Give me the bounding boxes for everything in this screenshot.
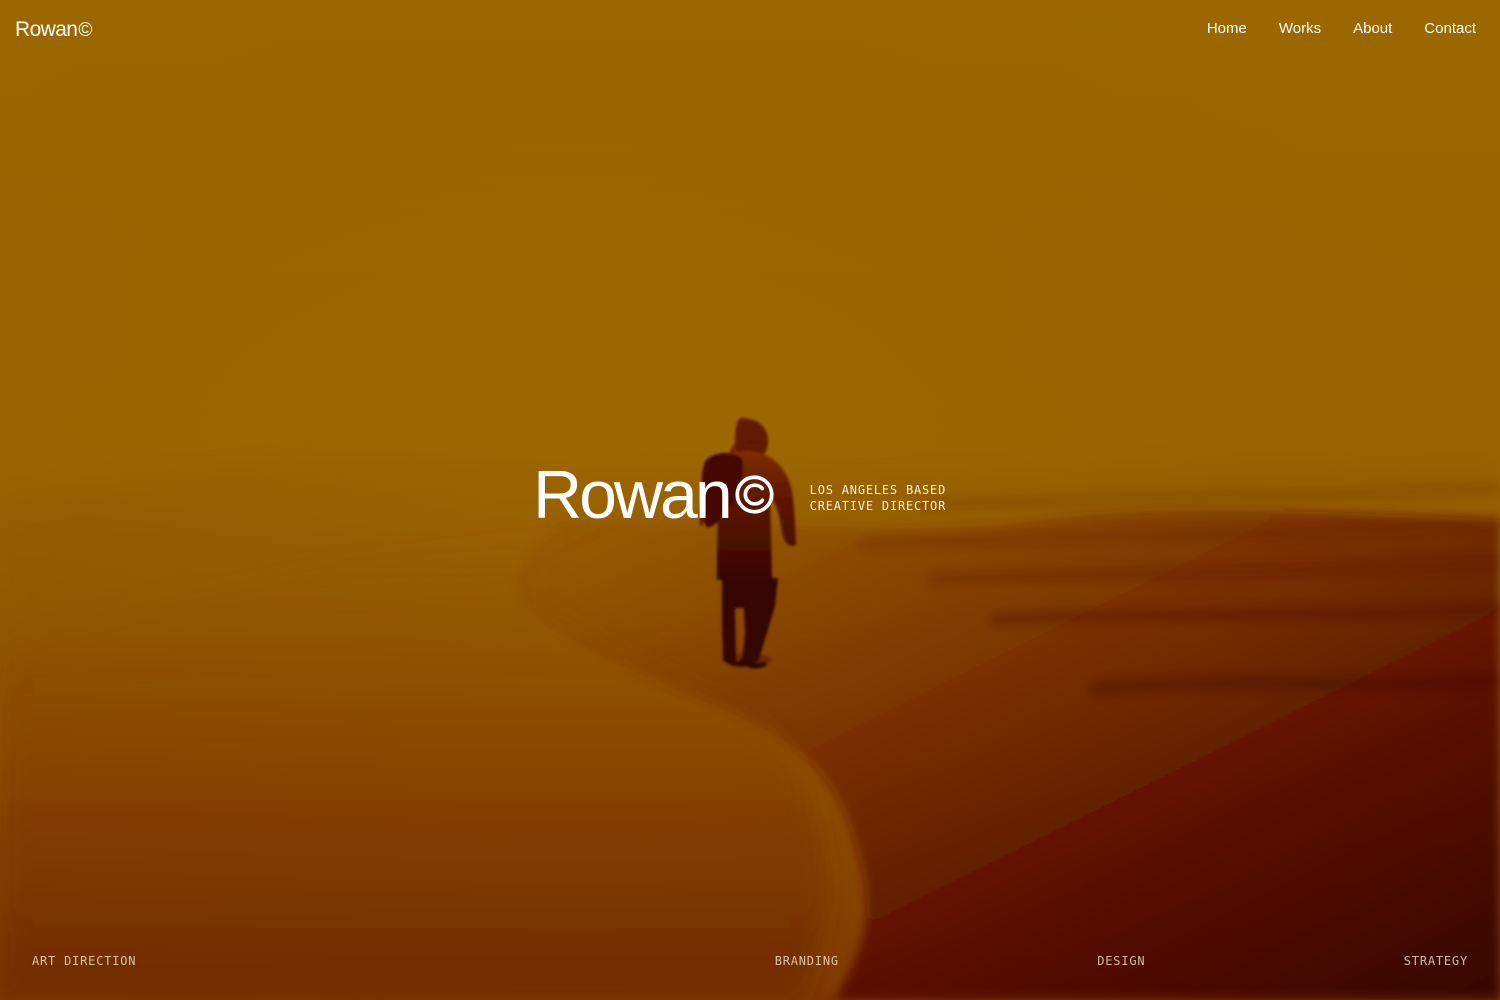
copyright-icon bbox=[735, 474, 774, 514]
services-list: ART DIRECTION BRANDING DESIGN STRATEGY bbox=[32, 955, 1468, 967]
hero-tagline: LOS ANGELES BASED CREATIVE DIRECTOR bbox=[810, 482, 946, 514]
service-art-direction: ART DIRECTION bbox=[32, 954, 137, 968]
nav-home-link[interactable]: Home bbox=[1207, 21, 1247, 36]
nav-about-link[interactable]: About bbox=[1353, 21, 1392, 36]
hero-tagline-line-role: CREATIVE DIRECTOR bbox=[809, 499, 947, 513]
hero-title-text: Rowan bbox=[533, 457, 733, 533]
portfolio-landing-page: Rowan © Home Works About Contact Rowan L… bbox=[0, 0, 1500, 1000]
hero-title-block: Rowan LOS ANGELES BASED CREATIVE DIRECTO… bbox=[533, 457, 946, 533]
brand-name: Rowan bbox=[15, 18, 78, 41]
service-design: DESIGN bbox=[1097, 954, 1146, 968]
main-navigation: Home Works About Contact bbox=[1207, 21, 1476, 36]
copyright-icon: © bbox=[78, 20, 92, 41]
service-strategy: STRATEGY bbox=[1403, 954, 1468, 968]
hero-title: Rowan bbox=[533, 457, 775, 533]
hero-tagline-line-location: LOS ANGELES BASED bbox=[809, 483, 947, 497]
nav-contact-link[interactable]: Contact bbox=[1424, 21, 1476, 36]
brand-logo-link[interactable]: Rowan © bbox=[15, 19, 92, 40]
nav-works-link[interactable]: Works bbox=[1279, 21, 1321, 36]
service-branding: BRANDING bbox=[774, 954, 839, 968]
